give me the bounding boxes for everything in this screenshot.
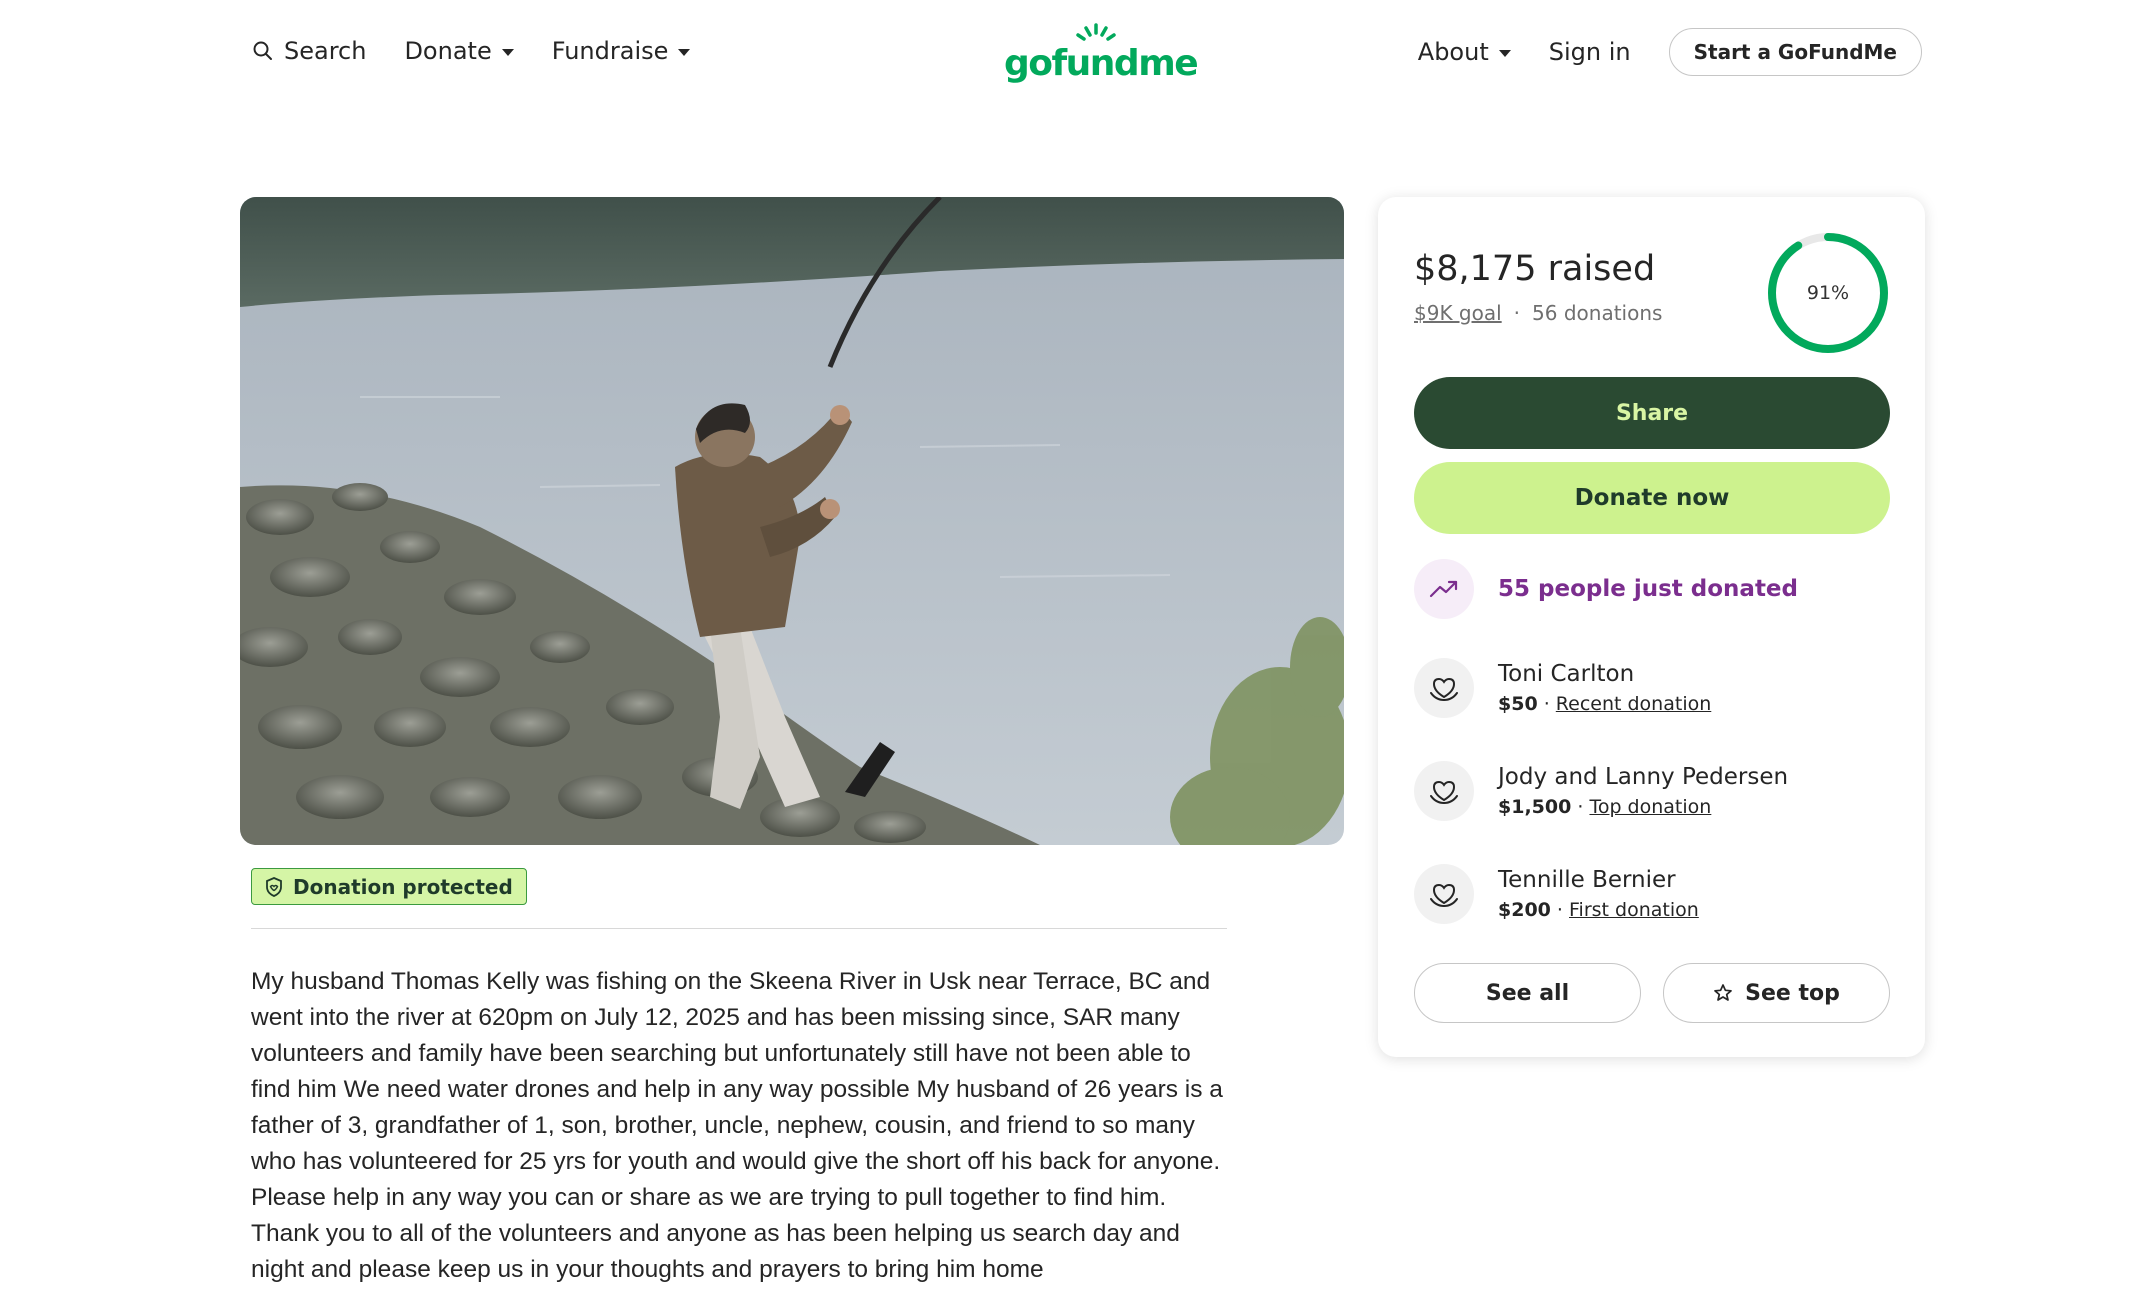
donation-protected-label: Donation protected — [293, 874, 513, 899]
search-label: Search — [284, 37, 367, 65]
donation-amount: $50 — [1498, 693, 1538, 715]
fundraise-menu-label: Fundraise — [551, 37, 669, 65]
raised-amount: $8,175 — [1414, 249, 1537, 289]
meta-separator: · — [1571, 796, 1590, 818]
gofundme-logo[interactable]: gofundme — [1004, 22, 1199, 82]
goal-line: $9K goal · 56 donations — [1414, 301, 1662, 325]
goal-separator: · — [1513, 301, 1521, 325]
sign-in-link[interactable]: Sign in — [1549, 38, 1631, 66]
donor-item: Jody and Lanny Pedersen $1,500 · Top don… — [1414, 761, 1788, 821]
see-top-button[interactable]: See top — [1663, 963, 1890, 1023]
donation-tag-link[interactable]: First donation — [1569, 899, 1699, 921]
meta-separator: · — [1550, 899, 1570, 921]
donor-name: Jody and Lanny Pedersen — [1498, 764, 1789, 790]
nav-right: About Sign in Start a GoFundMe — [1418, 28, 1922, 76]
donate-menu[interactable]: Donate — [404, 37, 514, 65]
shield-icon — [266, 876, 282, 897]
donor-meta: $50 · Recent donation — [1498, 693, 1711, 715]
donate-menu-label: Donate — [404, 37, 492, 65]
about-menu-label: About — [1417, 38, 1489, 66]
donor-item: Toni Carlton $50 · Recent donation — [1414, 658, 1711, 718]
donor-item: Tennille Bernier $200 · First donation — [1414, 864, 1699, 924]
top-navigation: Search Donate Fundraise gofundme About S… — [0, 0, 2147, 104]
donation-amount: $200 — [1498, 899, 1551, 921]
donor-name: Tennille Bernier — [1498, 867, 1676, 893]
donation-count: 56 donations — [1532, 301, 1663, 325]
donation-heart-icon — [1414, 864, 1474, 924]
donor-meta: $200 · First donation — [1498, 899, 1699, 921]
goal-link[interactable]: $9K goal — [1414, 301, 1502, 325]
chevron-down-icon — [501, 48, 514, 56]
campaign-story: My husband Thomas Kelly was fishing on t… — [251, 968, 1223, 1283]
logo-sun-icon — [1076, 23, 1116, 41]
donation-tag-link[interactable]: Top donation — [1589, 796, 1711, 818]
recent-donation-activity[interactable]: 55 people just donated — [1414, 559, 1798, 619]
donation-amount: $1,500 — [1498, 796, 1572, 818]
trend-text: 55 people just donated — [1498, 576, 1798, 602]
see-top-label: See top — [1745, 980, 1840, 1006]
divider — [251, 928, 1227, 929]
trending-up-icon — [1414, 559, 1474, 619]
donor-name: Toni Carlton — [1498, 661, 1635, 687]
chevron-down-icon — [678, 48, 691, 56]
search-button[interactable]: Search — [252, 37, 366, 65]
progress-percent: 91% — [1806, 282, 1850, 304]
logo-text: gofundme — [1004, 43, 1199, 84]
donation-tag-link[interactable]: Recent donation — [1556, 693, 1711, 715]
donation-heart-icon — [1414, 658, 1474, 718]
nav-left: Search Donate Fundraise — [252, 28, 691, 74]
search-icon — [252, 40, 274, 62]
progress-ring: 91% — [1766, 231, 1890, 355]
about-menu[interactable]: About — [1418, 38, 1511, 66]
share-button[interactable]: Share — [1414, 377, 1890, 449]
see-all-button[interactable]: See all — [1414, 963, 1641, 1023]
donation-protected-badge[interactable]: Donation protected — [251, 868, 527, 905]
raised-suffix: raised — [1547, 249, 1656, 289]
star-icon — [1714, 984, 1732, 1001]
fundraise-menu[interactable]: Fundraise — [552, 37, 691, 65]
amount-raised: $8,175 raised — [1414, 249, 1655, 289]
chevron-down-icon — [1498, 49, 1511, 57]
meta-separator: · — [1537, 693, 1556, 715]
start-gofundme-button[interactable]: Start a GoFundMe — [1668, 28, 1922, 76]
donation-heart-icon — [1414, 761, 1474, 821]
donor-meta: $1,500 · Top donation — [1498, 796, 1788, 818]
donate-now-button[interactable]: Donate now — [1414, 462, 1890, 534]
donation-card: $8,175 raised $9K goal · 56 donations 91… — [1378, 197, 1925, 1057]
hero-image — [240, 197, 1344, 845]
